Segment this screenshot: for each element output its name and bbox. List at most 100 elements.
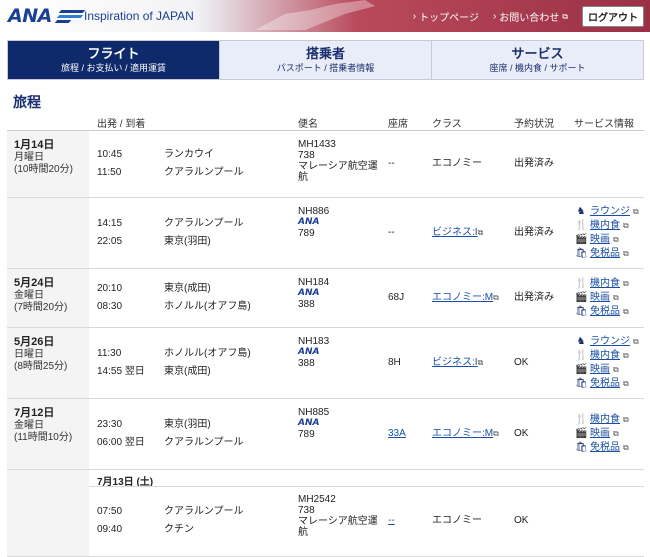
service-link[interactable]: ♞ ラウンジ ⧉ <box>575 335 639 349</box>
main-tabs: フライト 旅程 / お支払い / 適用運賃 搭乗者 パスポート / 搭乗者情報 … <box>7 40 644 80</box>
service-link[interactable]: 🎬 映画 ⧉ <box>575 363 639 377</box>
flight-number: MH1433 <box>298 139 336 150</box>
service-label: 機内食 <box>590 278 620 289</box>
dep-airport: ホノルル(オアフ島) <box>164 348 251 359</box>
contact-link[interactable]: › お問い合わせ ⧉ <box>493 9 568 24</box>
places: 東京(羽田) クアラルンプール <box>164 416 244 452</box>
external-link-icon: ⧉ <box>562 11 568 21</box>
service-link[interactable]: 🛍 免税品 ⧉ <box>575 305 629 319</box>
service-link[interactable]: 🛍 免税品 ⧉ <box>575 247 639 261</box>
trip-date: 5月24日 <box>14 277 55 289</box>
places: 東京(成田) ホノルル(オアフ島) <box>164 280 251 316</box>
dutyfree-icon: 🛍 <box>575 248 588 259</box>
ana-mini-logo: ANA <box>298 288 320 298</box>
class-cell: エコノミー:M⧉ <box>432 427 499 440</box>
service-label: 映画 <box>590 292 610 303</box>
arr-airport: ホノルル(オアフ島) <box>164 301 251 312</box>
external-link-icon: ⧉ <box>633 337 639 346</box>
class-cell: ビジネス:I⧉ <box>432 356 483 369</box>
home-link[interactable]: › トップページ <box>413 9 479 24</box>
segment-row: 7月12日 金曜日 (11時間10分) 23:30 06:00 翌日 東京(羽田… <box>7 399 644 470</box>
meal-icon: 🍴 <box>575 350 588 361</box>
times: 14:15 22:05 <box>97 215 122 251</box>
itinerary-table: 1月14日 月曜日 (10時間20分) 10:45 11:50 ランカウイ クア… <box>7 130 644 557</box>
ana-mini-logo: ANA <box>298 418 320 428</box>
date-cell: 5月26日 日曜日 (8時間25分) <box>7 328 89 398</box>
class-cell: エコノミー <box>432 157 482 170</box>
dep-time: 14:15 <box>97 218 123 229</box>
service-link[interactable]: 🛍 免税品 ⧉ <box>575 377 639 391</box>
arr-time: 22:05 <box>97 236 123 247</box>
service-link[interactable]: ♞ ラウンジ ⧉ <box>575 205 639 219</box>
arr-time: 08:30 <box>97 301 123 312</box>
dep-time: 23:30 <box>97 419 123 430</box>
booking-status: 出発済み <box>514 227 554 238</box>
service-links: ♞ ラウンジ ⧉ 🍴 機内食 ⧉ 🎬 映画 ⧉ 🛍 免税品 ⧉ <box>575 335 639 391</box>
service-label: 映画 <box>590 234 610 245</box>
fare-class[interactable]: ビジネス:I <box>432 357 478 368</box>
times: 10:45 11:50 <box>97 146 122 182</box>
col-seat: 座席 <box>388 119 408 130</box>
service-link[interactable]: 🎬 映画 ⧉ <box>575 233 639 247</box>
service-label: ラウンジ <box>590 206 630 217</box>
service-link[interactable]: 🛍 免税品 ⧉ <box>575 441 629 455</box>
fare-class[interactable]: エコノミー:M <box>432 428 493 439</box>
service-links: ♞ ラウンジ ⧉ 🍴 機内食 ⧉ 🎬 映画 ⧉ 🛍 免税品 ⧉ <box>575 205 639 261</box>
aircraft: 738 <box>298 505 315 516</box>
tab-service-sub: 座席 / 機内食 / サポート <box>489 63 586 73</box>
service-link[interactable]: 🍴 機内食 ⧉ <box>575 219 639 233</box>
seat[interactable]: 33A <box>388 427 406 440</box>
booking-status: OK <box>514 515 529 526</box>
service-links: 🍴 機内食 ⧉ 🎬 映画 ⧉ 🛍 免税品 ⧉ <box>575 277 629 319</box>
aircraft: 388 <box>298 299 315 310</box>
service-link[interactable]: 🎬 映画 ⧉ <box>575 291 629 305</box>
external-link-icon: ⧉ <box>623 351 629 360</box>
places: ホノルル(オアフ島) 東京(成田) <box>164 345 251 381</box>
flight-info: NH886 ANA 789 <box>298 206 380 239</box>
seat: 8H <box>388 357 401 368</box>
contact-link-label: お問い合わせ <box>499 13 560 24</box>
fare-class: エコノミー <box>432 158 482 169</box>
external-link-icon: ⧉ <box>623 379 629 388</box>
external-link-icon: ⧉ <box>623 249 629 258</box>
logout-button[interactable]: ログアウト <box>582 6 644 27</box>
dep-time: 07:50 <box>97 506 123 517</box>
service-link[interactable]: 🎬 映画 ⧉ <box>575 427 629 441</box>
segment-row: 5月26日 日曜日 (8時間25分) 11:30 14:55 翌日 ホノルル(オ… <box>7 328 644 399</box>
flight-info: MH2542 738 マレーシア航空運航 <box>298 494 380 538</box>
carrier-note: マレーシア航空運航 <box>298 161 378 183</box>
service-label: 機内食 <box>590 220 620 231</box>
col-service: サービス情報 <box>574 119 634 130</box>
lounge-icon: ♞ <box>576 206 586 217</box>
seat[interactable]: -- <box>388 514 395 527</box>
service-link[interactable]: 🍴 機内食 ⧉ <box>575 277 629 291</box>
dep-time: 20:10 <box>97 283 123 294</box>
external-link-icon: ⧉ <box>613 235 619 244</box>
service-link[interactable]: 🍴 機内食 ⧉ <box>575 349 639 363</box>
ana-logo[interactable]: ANA <box>8 5 86 27</box>
service-link[interactable]: 🍴 機内食 ⧉ <box>575 413 629 427</box>
places: クアラルンプール 東京(羽田) <box>164 215 244 251</box>
trip-date: 5月26日 <box>14 336 55 348</box>
flight-number: NH886 <box>298 206 330 217</box>
external-link-icon: ⧉ <box>623 279 629 288</box>
tab-service[interactable]: サービス 座席 / 機内食 / サポート <box>431 41 643 79</box>
segment-row: 14:15 22:05 クアラルンプール 東京(羽田) NH886 ANA 78… <box>7 198 644 269</box>
aircraft: 789 <box>298 429 315 440</box>
tab-passenger-sub: パスポート / 搭乗者情報 <box>276 63 375 73</box>
dutyfree-icon: 🛍 <box>575 306 588 317</box>
segment-row: 5月24日 金曜日 (7時間20分) 20:10 08:30 東京(成田) ホノ… <box>7 269 644 328</box>
fare-class[interactable]: ビジネス:I <box>432 227 478 238</box>
dep-time: 10:45 <box>97 149 123 160</box>
home-link-label: トップページ <box>419 13 479 24</box>
date-cell <box>7 470 89 556</box>
tab-passenger[interactable]: 搭乗者 パスポート / 搭乗者情報 <box>219 41 431 79</box>
segment-row: 1月14日 月曜日 (10時間20分) 10:45 11:50 ランカウイ クア… <box>7 131 644 198</box>
external-link-icon: ⧉ <box>623 307 629 316</box>
date-cell <box>7 198 89 268</box>
meal-icon: 🍴 <box>575 278 588 289</box>
places: ランカウイ クアラルンプール <box>164 146 244 182</box>
flight-info: NH885 ANA 789 <box>298 407 380 440</box>
tab-flight[interactable]: フライト 旅程 / お支払い / 適用運賃 <box>8 41 219 79</box>
fare-class[interactable]: エコノミー:M <box>432 292 493 303</box>
